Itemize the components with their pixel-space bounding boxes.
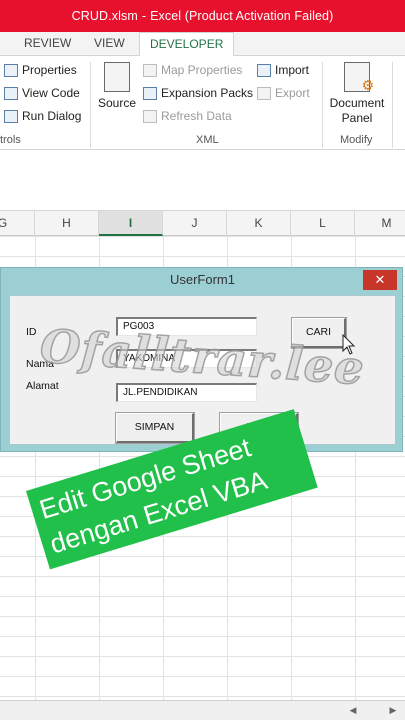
column-header-m[interactable]: M — [355, 211, 405, 236]
id-label: ID — [26, 326, 37, 338]
properties-button[interactable]: Properties — [4, 63, 77, 77]
import-button[interactable]: Import — [257, 63, 309, 77]
column-header-j[interactable]: J — [163, 211, 227, 236]
column-header-i[interactable]: I — [99, 211, 163, 236]
source-button[interactable]: Source — [97, 62, 137, 111]
expansion-packs-icon — [143, 86, 157, 100]
map-properties-icon — [143, 63, 157, 77]
column-header-k[interactable]: K — [227, 211, 291, 236]
ribbon-divider — [392, 62, 393, 148]
userform-title: UserForm1 — [169, 272, 235, 287]
app-title: Excel (Product Activation Failed) — [150, 9, 334, 23]
simpan-button[interactable]: SIMPAN — [115, 412, 195, 444]
document-panel-label-line1: Document — [329, 96, 385, 110]
excel-window: CRUD.xlsm - Excel (Product Activation Fa… — [0, 0, 405, 720]
import-icon — [257, 63, 271, 77]
ribbon-divider — [90, 62, 91, 148]
gear-icon: ⚙ — [361, 77, 374, 93]
view-code-icon — [4, 86, 18, 100]
mouse-pointer-icon — [342, 334, 356, 355]
export-label: Export — [275, 86, 310, 100]
map-properties-button[interactable]: Map Properties — [143, 63, 242, 77]
title-bar: CRUD.xlsm - Excel (Product Activation Fa… — [0, 0, 405, 32]
source-label: Source — [97, 96, 137, 110]
horizontal-scrollbar[interactable]: ◀ ▶ — [0, 700, 405, 720]
tab-view[interactable]: VIEW — [94, 36, 125, 50]
refresh-data-button[interactable]: Refresh Data — [143, 109, 232, 123]
ribbon-tabs: REVIEW VIEW DEVELOPER — [0, 32, 405, 57]
view-code-button[interactable]: View Code — [4, 86, 80, 100]
properties-label: Properties — [22, 63, 77, 77]
column-header-l[interactable]: L — [291, 211, 355, 236]
properties-icon — [4, 63, 18, 77]
refresh-data-label: Refresh Data — [161, 109, 232, 123]
import-label: Import — [275, 63, 310, 77]
column-headers: G H I J K L M — [0, 210, 405, 236]
alamat-label: Alamat — [26, 380, 59, 392]
formula-bar-area — [0, 150, 405, 210]
view-code-label: View Code — [22, 86, 80, 100]
column-header-g[interactable]: G — [0, 211, 35, 236]
file-name: CRUD.xlsm — [71, 9, 138, 23]
document-panel-label-line2: Panel — [341, 111, 373, 125]
column-header-h[interactable]: H — [35, 211, 99, 236]
xml-group-label: XML — [196, 134, 219, 146]
ribbon: Properties View Code Run Dialog trols So… — [0, 56, 405, 150]
export-button[interactable]: Export — [257, 86, 310, 100]
title-separator: - — [141, 9, 147, 23]
run-dialog-icon — [4, 109, 18, 123]
modify-group-label: Modify — [340, 134, 373, 146]
expansion-packs-button[interactable]: Expansion Packs — [143, 86, 253, 100]
run-dialog-button[interactable]: Run Dialog — [4, 109, 81, 123]
ribbon-divider — [322, 62, 323, 148]
scroll-left-icon[interactable]: ◀ — [345, 703, 361, 718]
tab-review[interactable]: REVIEW — [24, 36, 71, 50]
tab-developer[interactable]: DEVELOPER — [139, 32, 235, 57]
source-icon — [104, 62, 130, 92]
run-dialog-label: Run Dialog — [22, 109, 82, 123]
controls-group-label: trols — [0, 134, 21, 146]
document-panel-button[interactable]: ⚙ Document Panel — [326, 62, 388, 126]
refresh-data-icon — [143, 109, 157, 123]
document-panel-icon: ⚙ — [344, 62, 374, 93]
map-properties-label: Map Properties — [161, 63, 243, 77]
close-icon[interactable]: ✕ — [363, 270, 397, 290]
export-icon — [257, 86, 271, 100]
scroll-right-icon[interactable]: ▶ — [385, 703, 401, 718]
expansion-packs-label: Expansion Packs — [161, 86, 254, 100]
